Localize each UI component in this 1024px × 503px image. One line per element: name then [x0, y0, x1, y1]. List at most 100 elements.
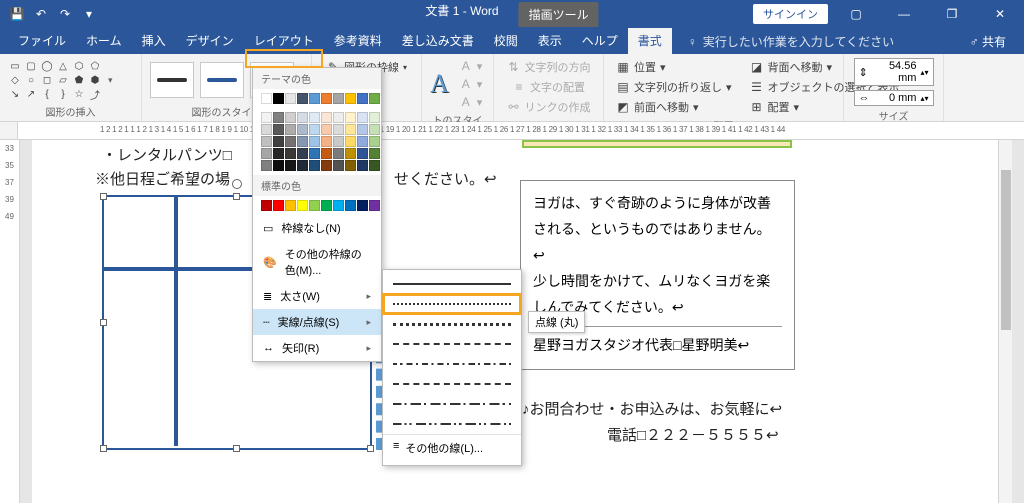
color-swatch[interactable]: [333, 136, 344, 147]
color-swatch[interactable]: [333, 112, 344, 123]
resize-handle[interactable]: [233, 193, 240, 200]
vertical-ruler[interactable]: 33 35 37 39 49: [0, 140, 20, 503]
wrap-text-button[interactable]: ▤文字列の折り返し▾: [612, 78, 736, 96]
color-swatch[interactable]: [369, 160, 380, 171]
color-swatch[interactable]: [261, 93, 272, 104]
color-swatch[interactable]: [273, 148, 284, 159]
horizontal-ruler[interactable]: 1 2 1 2 1 1 1 2 1 3 1 4 1 5 1 6 1 7 1 8 …: [0, 122, 1024, 140]
color-swatch[interactable]: [321, 124, 332, 135]
dash-option-round-dot[interactable]: [383, 294, 521, 314]
color-swatch[interactable]: [345, 148, 356, 159]
undo-icon[interactable]: ↶: [30, 3, 52, 25]
standard-color-row[interactable]: [253, 196, 381, 215]
resize-handle[interactable]: [100, 445, 107, 452]
color-swatch[interactable]: [261, 160, 272, 171]
resize-handle[interactable]: [100, 193, 107, 200]
resize-handle[interactable]: [100, 319, 107, 326]
color-swatch[interactable]: [273, 93, 284, 104]
color-swatch[interactable]: [309, 124, 320, 135]
color-swatch[interactable]: [297, 93, 308, 104]
save-icon[interactable]: 💾: [6, 3, 28, 25]
dash-option-long-dash-dot-dot[interactable]: [383, 414, 521, 434]
position-button[interactable]: ▦位置▾: [612, 58, 736, 76]
color-swatch[interactable]: [321, 200, 332, 211]
color-swatch[interactable]: [309, 160, 320, 171]
color-swatch[interactable]: [273, 160, 284, 171]
tab-insert[interactable]: 挿入: [132, 27, 176, 54]
more-shapes-icon[interactable]: ▾: [108, 75, 113, 86]
color-swatch[interactable]: [297, 112, 308, 123]
color-swatch[interactable]: [309, 148, 320, 159]
color-swatch[interactable]: [357, 200, 368, 211]
signin-button[interactable]: サインイン: [753, 4, 828, 24]
color-swatch[interactable]: [309, 200, 320, 211]
shape-height-input[interactable]: ⇕54.56 mm▴▾: [854, 58, 934, 86]
tab-design[interactable]: デザイン: [176, 27, 244, 54]
color-swatch[interactable]: [345, 124, 356, 135]
redo-icon[interactable]: ↷: [54, 3, 76, 25]
color-swatch[interactable]: [297, 136, 308, 147]
dashes-item[interactable]: ┄実線/点線(S)▸: [253, 309, 381, 335]
close-icon[interactable]: ✕: [980, 0, 1020, 28]
color-swatch[interactable]: [321, 112, 332, 123]
tab-format[interactable]: 書式: [628, 27, 672, 54]
color-swatch[interactable]: [273, 112, 284, 123]
color-swatch[interactable]: [309, 136, 320, 147]
color-swatch[interactable]: [369, 124, 380, 135]
color-swatch[interactable]: [297, 160, 308, 171]
color-swatch[interactable]: [369, 148, 380, 159]
share-button[interactable]: ♂ 共有: [960, 29, 1016, 54]
color-swatch[interactable]: [321, 136, 332, 147]
qat-more-icon[interactable]: ▾: [78, 3, 100, 25]
color-swatch[interactable]: [345, 200, 356, 211]
color-swatch[interactable]: [369, 136, 380, 147]
color-swatch[interactable]: [273, 136, 284, 147]
color-swatch[interactable]: [333, 200, 344, 211]
color-swatch[interactable]: [321, 148, 332, 159]
scrollbar-thumb[interactable]: [1001, 170, 1011, 330]
color-swatch[interactable]: [369, 200, 380, 211]
tab-file[interactable]: ファイル: [8, 27, 76, 54]
tab-mailings[interactable]: 差し込み文書: [392, 27, 484, 54]
resize-handle[interactable]: [367, 445, 374, 452]
color-swatch[interactable]: [309, 112, 320, 123]
dash-option-square-dot[interactable]: [383, 314, 521, 334]
color-swatch[interactable]: [285, 93, 296, 104]
color-swatch[interactable]: [333, 160, 344, 171]
document-page[interactable]: ・レンタルパンツ□ ※他日程ご希望の場 せください。↩ テーマの色 標準の色 ▭…: [32, 140, 1012, 503]
text-box-shape[interactable]: ヨガは、すぐ奇跡のように身体が改善される、というものではありません。↩ 少し時間…: [520, 180, 795, 370]
color-swatch[interactable]: [357, 112, 368, 123]
wordart-quick-styles[interactable]: A: [430, 69, 449, 99]
tell-me-search[interactable]: ♀実行したい作業を入力してください: [684, 29, 898, 54]
color-swatch[interactable]: [285, 124, 296, 135]
dash-option-dash[interactable]: [383, 334, 521, 354]
shape-width-input[interactable]: ⇔0 mm▴▾: [854, 90, 934, 106]
color-swatch[interactable]: [297, 124, 308, 135]
more-colors-item[interactable]: 🎨その他の枠線の色(M)...: [253, 241, 381, 283]
color-swatch[interactable]: [333, 93, 344, 104]
vertical-scrollbar[interactable]: [998, 140, 1012, 503]
color-swatch[interactable]: [333, 148, 344, 159]
color-swatch[interactable]: [285, 112, 296, 123]
color-swatch[interactable]: [369, 112, 380, 123]
color-swatch[interactable]: [357, 136, 368, 147]
minimize-icon[interactable]: —: [884, 0, 924, 28]
color-swatch[interactable]: [321, 93, 332, 104]
color-swatch[interactable]: [285, 148, 296, 159]
color-swatch[interactable]: [261, 112, 272, 123]
color-swatch[interactable]: [357, 148, 368, 159]
tab-view[interactable]: 表示: [528, 27, 572, 54]
maximize-icon[interactable]: ❐: [932, 0, 972, 28]
more-lines-item[interactable]: ≡その他の線(L)...: [383, 434, 521, 461]
color-swatch[interactable]: [333, 124, 344, 135]
theme-color-row[interactable]: [253, 89, 381, 108]
dash-option-solid[interactable]: [383, 274, 521, 294]
color-swatch[interactable]: [285, 136, 296, 147]
tab-home[interactable]: ホーム: [76, 27, 132, 54]
color-swatch[interactable]: [297, 148, 308, 159]
color-swatch[interactable]: [285, 160, 296, 171]
theme-shades-grid[interactable]: [253, 108, 381, 175]
color-swatch[interactable]: [357, 160, 368, 171]
color-swatch[interactable]: [357, 93, 368, 104]
ribbon-display-icon[interactable]: ▢: [836, 0, 876, 28]
